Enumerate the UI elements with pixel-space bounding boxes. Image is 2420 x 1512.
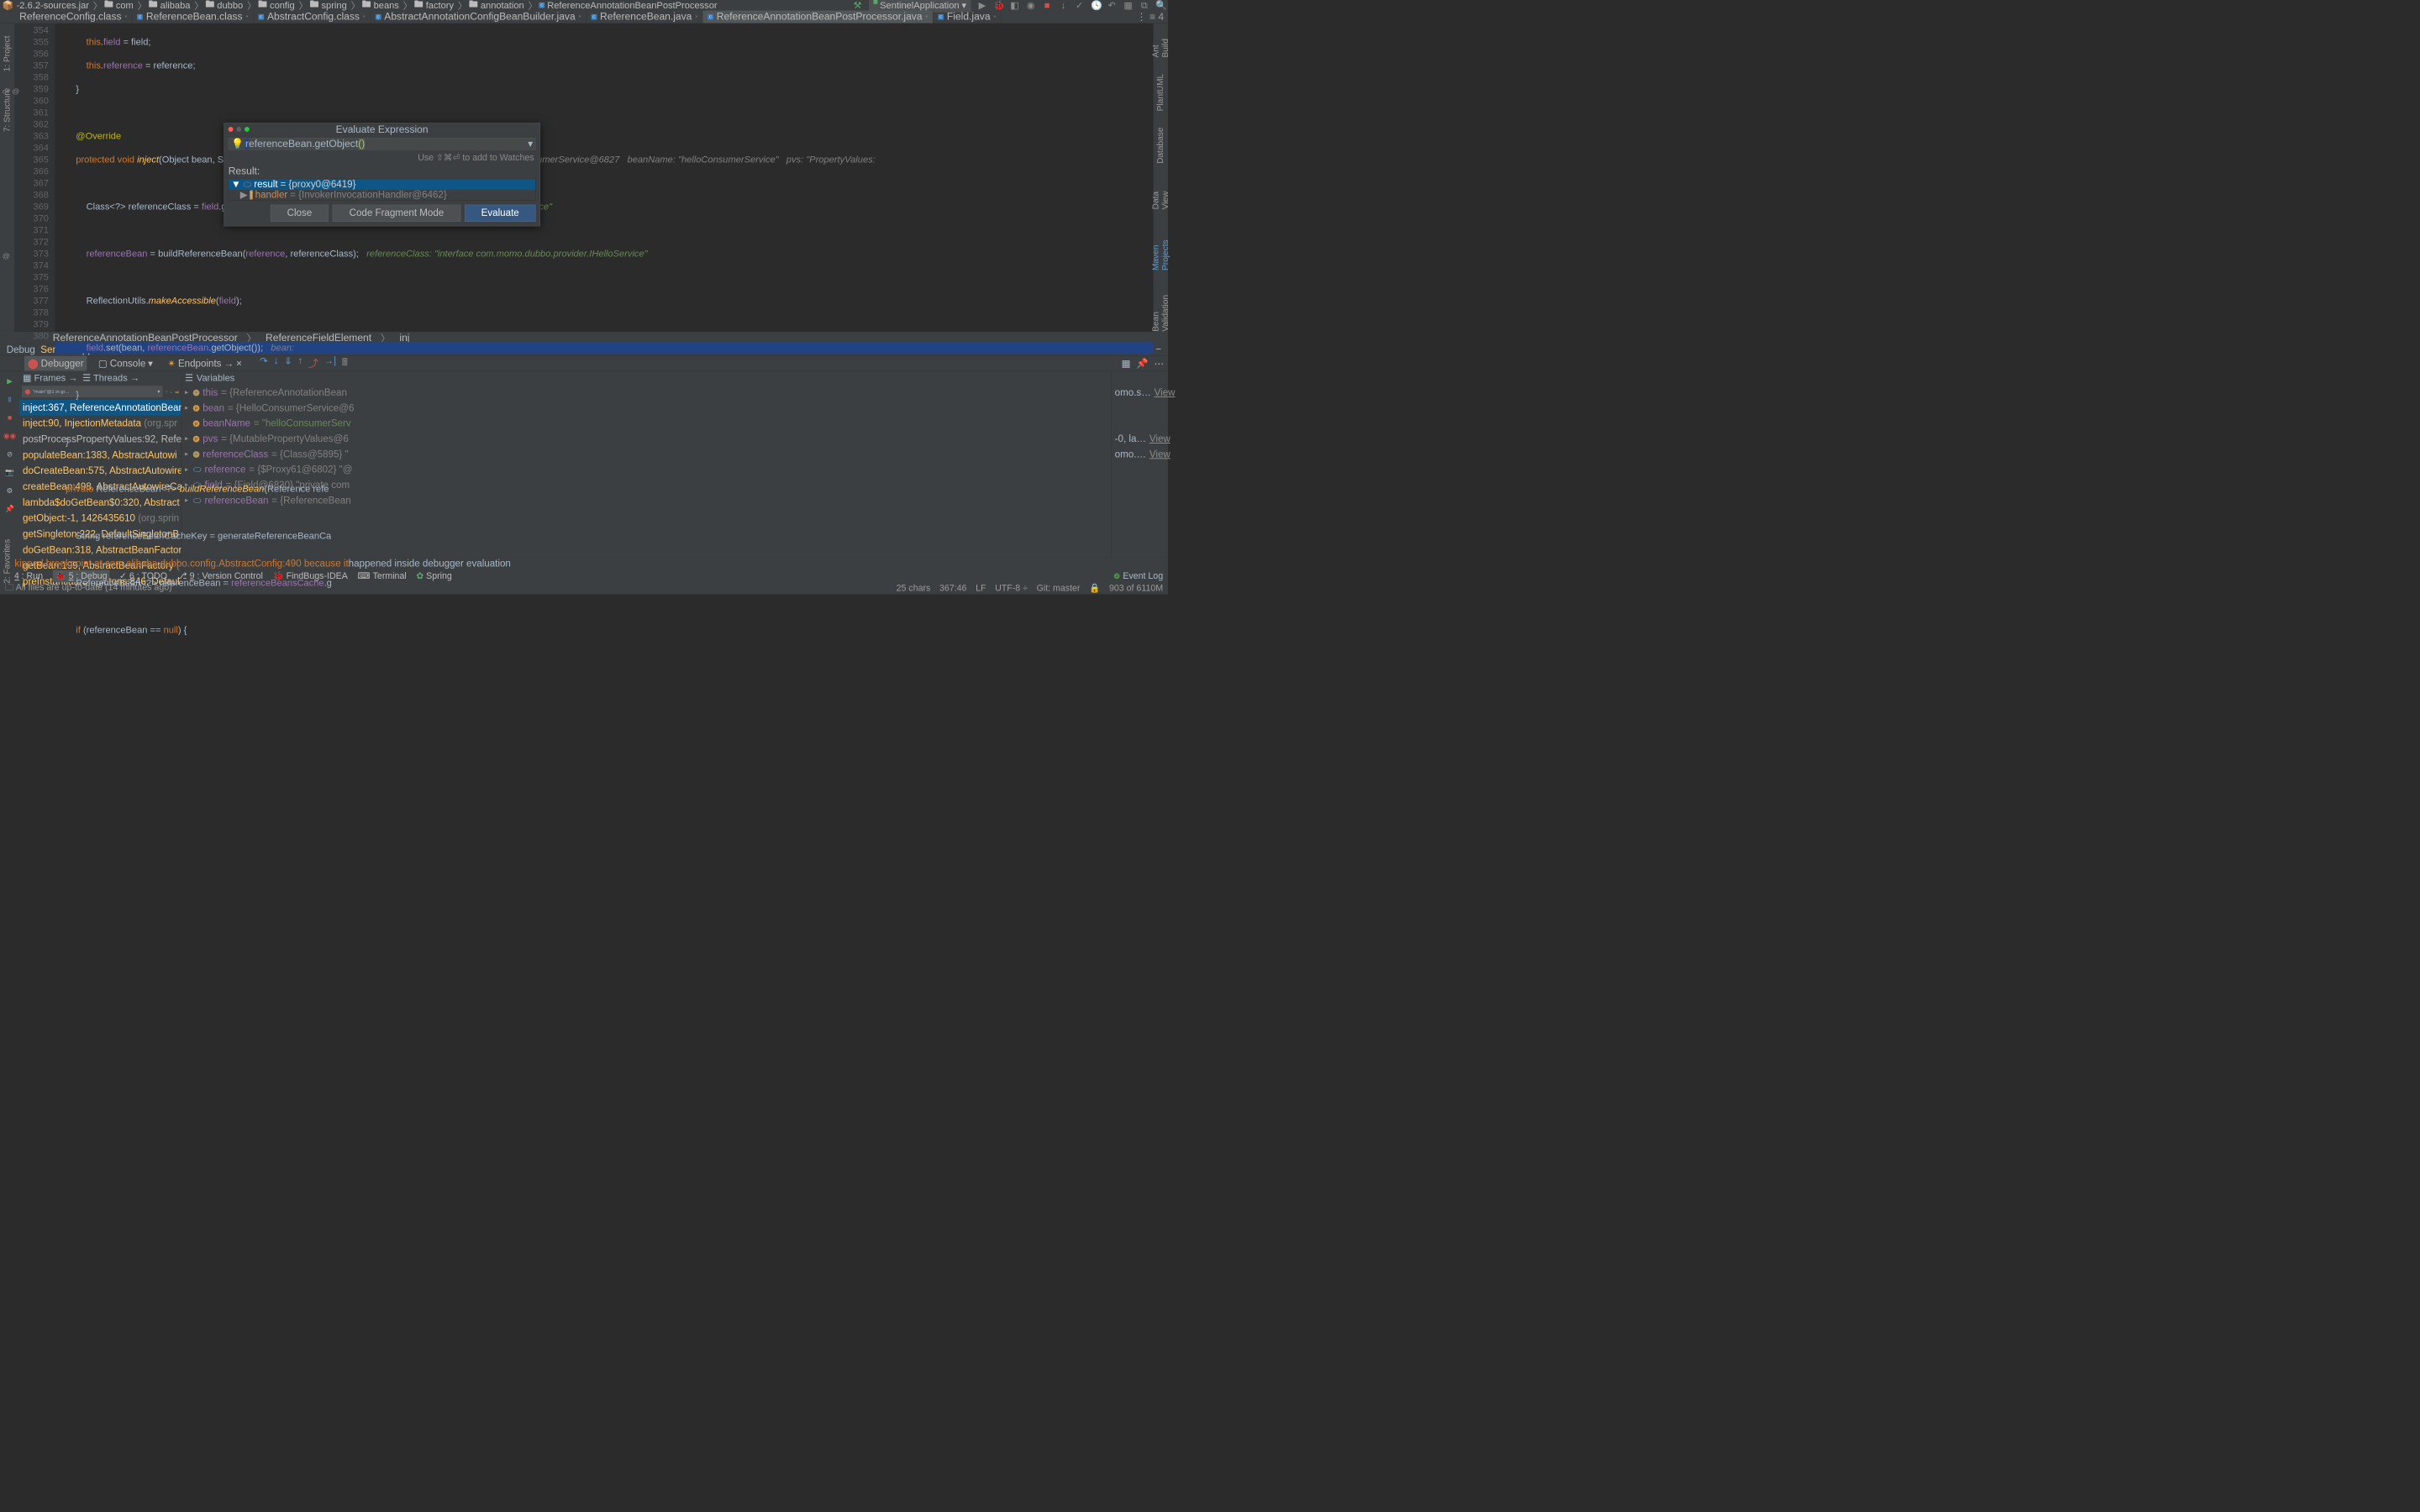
expression-input[interactable]: 💡 referenceBean.getObject() ▾ [229, 138, 536, 150]
close-icon[interactable]: × [993, 14, 996, 18]
resume-button[interactable]: ▶ [7, 377, 13, 386]
right-tool-stripe: Ant Build PlantUML Database Data View Ma… [1154, 24, 1168, 332]
close-icon[interactable]: × [363, 14, 366, 18]
tool-maven[interactable]: Maven Projects [1151, 226, 1171, 270]
mute-breakpoints-icon[interactable]: ⊘ [7, 450, 13, 459]
left-tool-stripe: 1: Project 7: Structure [0, 24, 14, 332]
file-tab[interactable]: ReferenceBean.class× [133, 11, 254, 24]
close-icon[interactable]: × [695, 14, 697, 18]
navigation-bar: 📦 -2.6.2-sources.jar 〉 🖿com 〉 🖿alibaba 〉… [0, 0, 1168, 11]
file-tab[interactable]: ReferenceBean.java× [587, 11, 703, 24]
minimize-icon[interactable]: − [1155, 344, 1161, 355]
close-icon[interactable]: × [925, 14, 928, 18]
bulb-icon[interactable]: 💡 [231, 138, 244, 150]
class-icon [137, 14, 143, 20]
spring-icon [873, 0, 877, 4]
class-icon [708, 14, 713, 20]
view-link[interactable]: View [1150, 447, 1179, 462]
vcs-history-icon[interactable]: 🕓 [1091, 0, 1101, 11]
minimize-dot-icon[interactable] [236, 127, 241, 132]
class-icon [376, 14, 381, 20]
breadcrumb-root[interactable]: 📦 -2.6.2-sources.jar [3, 0, 89, 11]
file-tab[interactable]: Field.java× [933, 11, 1001, 24]
tool-ant[interactable]: Ant Build [1151, 32, 1171, 58]
thread-icon: ⬤ [24, 389, 29, 395]
dialog-title: Evaluate Expression [336, 123, 429, 135]
tool-beanvalidation[interactable]: Bean Validation [1151, 286, 1171, 332]
get-thread-dump-icon[interactable]: 📷 [5, 468, 14, 476]
file-tab[interactable]: AbstractAnnotationConfigBeanBuilder.java… [371, 11, 587, 24]
close-icon[interactable]: × [124, 14, 127, 18]
pin-icon[interactable]: 📌 [5, 505, 14, 513]
file-tab[interactable]: ReferenceConfig.class× [14, 11, 132, 24]
more-icon[interactable]: ⋯ [1154, 358, 1164, 370]
close-icon[interactable]: × [245, 14, 248, 18]
class-icon [938, 14, 944, 20]
toolbar-icon[interactable]: ⧉ [1139, 0, 1150, 11]
tool-project[interactable]: 1: Project [3, 35, 13, 71]
code-editor[interactable]: this.field = field; this.reference = ref… [55, 24, 1154, 332]
toolbar-icon[interactable]: ▦ [1123, 0, 1134, 11]
vcs-revert-icon[interactable]: ↶ [1107, 0, 1117, 11]
class-icon [258, 14, 264, 20]
field-badge-icon: f [250, 191, 253, 200]
chevron-down-icon: ▾ [961, 0, 966, 11]
close-button[interactable]: Close [271, 205, 329, 222]
bug-icon: ⬤ [28, 358, 39, 370]
coverage-button[interactable]: ◧ [1010, 0, 1020, 11]
stop-button[interactable]: ■ [1042, 0, 1052, 11]
editor-tabs: ReferenceConfig.class× ReferenceBean.cla… [0, 11, 1168, 24]
stop-button[interactable]: ■ [8, 413, 12, 422]
pause-button[interactable]: ‖ [8, 396, 12, 404]
settings-icon[interactable]: ⚙ [7, 486, 13, 495]
file-tab-active[interactable]: ReferenceAnnotationBeanPostProcessor.jav… [702, 11, 933, 24]
code-fragment-button[interactable]: Code Fragment Mode [333, 205, 460, 222]
view-link[interactable]: View [1155, 385, 1184, 400]
result-row-child[interactable]: ▶ f handler = {InvokerInvocationHandler@… [229, 190, 535, 201]
history-icon[interactable]: ▾ [528, 138, 533, 150]
zoom-dot-icon[interactable] [245, 127, 250, 132]
evaluate-button[interactable]: Evaluate [465, 205, 536, 222]
build-icon[interactable]: ⚒ [853, 0, 863, 11]
class-icon [539, 3, 545, 8]
dialog-titlebar[interactable]: Evaluate Expression [224, 123, 539, 135]
dialog-hint: Use ⇧⌘⏎ to add to Watches [224, 152, 539, 163]
editor-gutter[interactable]: 354355356357 358 359o↑ @ 360361362363 36… [14, 24, 55, 332]
vcs-commit-icon[interactable]: ✓ [1075, 0, 1085, 11]
gutter-annotation[interactable]: @ [3, 250, 10, 262]
jar-icon: 📦 [3, 0, 14, 11]
profile-button[interactable]: ◉ [1026, 0, 1036, 11]
tool-plantuml[interactable]: PlantUML [1155, 74, 1165, 111]
view-breakpoints-icon[interactable]: ◉◉ [3, 432, 16, 440]
evaluate-expression-dialog: Evaluate Expression 💡 referenceBean.getO… [224, 123, 539, 226]
search-icon[interactable]: 🔍 [1155, 0, 1165, 11]
class-icon [591, 14, 597, 20]
debug-button[interactable]: 🐞 [993, 0, 1003, 11]
breadcrumb-class[interactable]: ReferenceAnnotationBeanPostProcessor [539, 0, 718, 11]
tool-dataview[interactable]: Data View [1151, 180, 1171, 209]
tool-database[interactable]: Database [1155, 128, 1165, 164]
vcs-update-icon[interactable]: ↓ [1059, 0, 1069, 11]
tool-favorites[interactable]: 2: Favorites [3, 539, 13, 584]
close-icon[interactable]: × [579, 14, 581, 18]
run-button[interactable]: ▶ [977, 0, 987, 11]
result-label: Result: [224, 163, 539, 179]
view-link[interactable]: View [1150, 431, 1179, 446]
close-dot-icon[interactable] [229, 127, 234, 132]
tab-overflow[interactable]: ⋮ ≡ 4 [1137, 11, 1168, 24]
file-tab[interactable]: AbstractConfig.class× [254, 11, 371, 24]
result-tree[interactable]: ▼ ⬭ result = {proxy0@6419} ▶ f handler =… [229, 179, 536, 201]
result-row[interactable]: ▼ ⬭ result = {proxy0@6419} [229, 179, 535, 190]
